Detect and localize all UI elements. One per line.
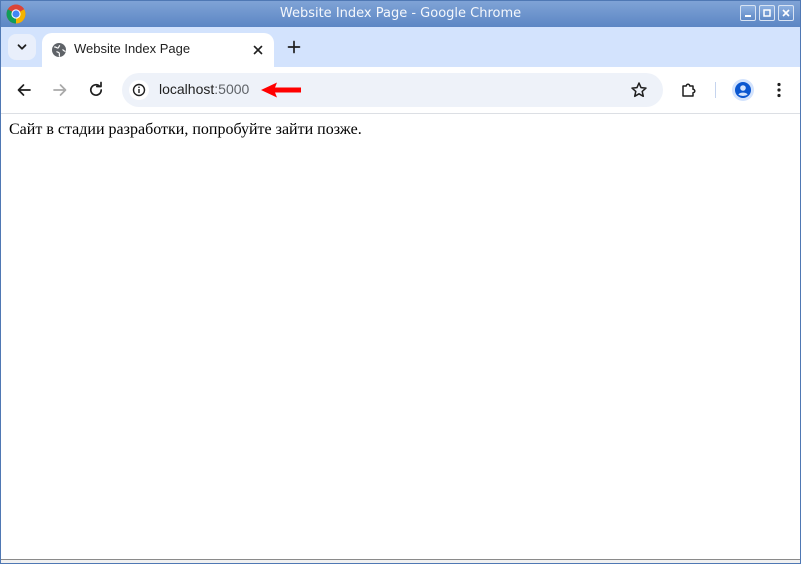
site-info-icon[interactable] — [129, 80, 149, 100]
window-bottom-edge — [1, 559, 800, 563]
page-message: Сайт в стадии разработки, попробуйте зай… — [9, 121, 362, 138]
globe-icon — [52, 43, 66, 57]
extensions-puzzle-icon[interactable] — [679, 80, 699, 100]
url-text[interactable]: localhost:5000 — [159, 81, 249, 97]
address-bar[interactable]: localhost:5000 — [122, 73, 663, 107]
new-tab-plus-icon[interactable] — [284, 37, 304, 57]
title-bar: Website Index Page - Google Chrome — [1, 1, 800, 27]
annotation-arrow-icon — [261, 82, 301, 98]
back-arrow-icon[interactable] — [14, 80, 34, 100]
minimize-icon — [745, 15, 751, 17]
menu-kebab-icon[interactable] — [769, 80, 789, 100]
window-title: Website Index Page - Google Chrome — [279, 6, 522, 21]
url-host: localhost — [159, 81, 215, 97]
tab-search-button[interactable] — [8, 34, 36, 60]
toolbar: localhost:5000 — [1, 67, 800, 114]
tab-title: Website Index Page — [74, 41, 191, 56]
maximize-icon — [763, 9, 771, 17]
maximize-button[interactable] — [759, 5, 775, 21]
reload-icon[interactable] — [86, 80, 106, 100]
page-content: Сайт в стадии разработки, попробуйте зай… — [1, 114, 800, 559]
tab-close-icon[interactable] — [250, 42, 266, 58]
chevron-down-icon — [17, 44, 27, 50]
close-window-button[interactable] — [778, 5, 794, 21]
profile-avatar-button[interactable] — [732, 79, 754, 101]
tab-strip: Website Index Page — [1, 27, 800, 67]
browser-window: Website Index Page - Google Chrome Websi… — [0, 0, 801, 564]
url-port: :5000 — [214, 81, 250, 97]
bookmark-star-icon[interactable] — [629, 80, 649, 100]
forward-arrow-icon[interactable] — [50, 80, 70, 100]
toolbar-separator — [715, 82, 716, 98]
tab-website-index[interactable]: Website Index Page — [42, 33, 274, 67]
profile-person-icon — [735, 82, 751, 98]
window-controls — [740, 5, 794, 21]
close-icon — [782, 9, 790, 17]
minimize-button[interactable] — [740, 5, 756, 21]
